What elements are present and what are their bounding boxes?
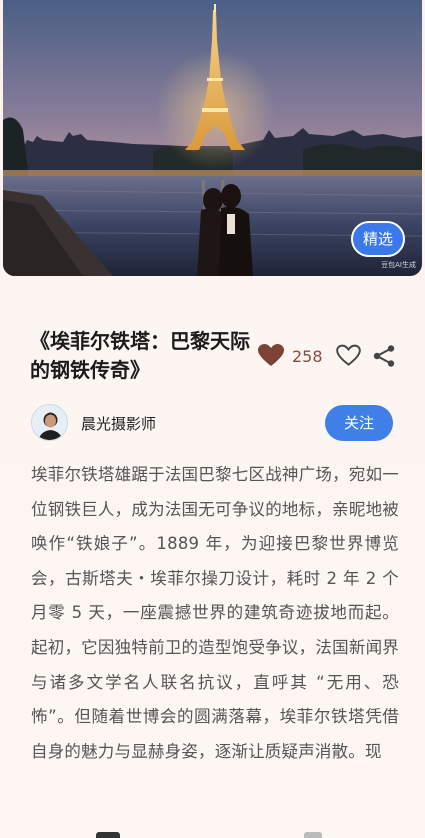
favorite-button[interactable]: [336, 344, 361, 372]
share-icon: [373, 345, 395, 367]
article-page: 精选 豆包AI生成 《埃菲尔铁塔：巴黎天际的钢铁传奇》 258 晨光摄影师 关注…: [0, 0, 425, 838]
bottom-nav-icon-other[interactable]: [304, 832, 322, 838]
follow-button[interactable]: 关注: [325, 405, 393, 441]
heart-filled-icon: [258, 344, 284, 366]
like-count: 258: [292, 346, 323, 366]
like-button[interactable]: 258: [258, 344, 323, 368]
article-title: 《埃菲尔铁塔：巴黎天际的钢铁传奇》: [30, 329, 250, 382]
featured-badge: 精选: [351, 221, 405, 257]
share-button[interactable]: [372, 344, 396, 372]
article-body: 埃菲尔铁塔雄踞于法国巴黎七区战神广场，宛如一位钢铁巨人，成为法国无可争议的地标，…: [31, 465, 399, 761]
avatar[interactable]: [31, 404, 68, 441]
bottom-nav-icon-home[interactable]: [96, 832, 120, 838]
author-avatar-image: [32, 405, 67, 440]
author-name[interactable]: 晨光摄影师: [81, 413, 156, 434]
hero-image[interactable]: 精选 豆包AI生成: [3, 0, 422, 276]
ai-generated-watermark: 豆包AI生成: [381, 261, 416, 269]
heart-outline-icon: [336, 344, 361, 366]
